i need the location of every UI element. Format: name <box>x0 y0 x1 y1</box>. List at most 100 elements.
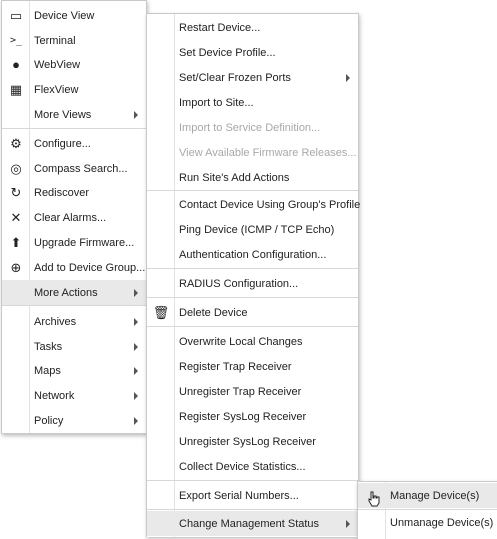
menu-item-collect-device-statistics[interactable]: Collect Device Statistics... <box>147 454 358 479</box>
menu-separator <box>2 305 146 306</box>
menu-item-set-device-profile[interactable]: Set Device Profile... <box>147 40 358 65</box>
menu-item-label: Device View <box>34 9 95 22</box>
menu-item-label: Register Trap Receiver <box>179 360 292 373</box>
menu-item-label: Import to Service Definition... <box>179 121 321 134</box>
menu-item-label: More Actions <box>34 286 98 299</box>
menu-item-more-views[interactable]: More Views <box>2 102 146 127</box>
menu-item-import-to-site[interactable]: Import to Site... <box>147 90 358 115</box>
menu-item-tasks[interactable]: Tasks <box>2 334 146 359</box>
chevron-right-icon <box>346 519 350 528</box>
menu-separator <box>147 480 358 481</box>
menu-item-overwrite-local-changes[interactable]: Overwrite Local Changes <box>147 329 358 354</box>
menu-item-rediscover[interactable]: ↻ Rediscover <box>2 180 146 205</box>
menu-item-unregister-trap-receiver[interactable]: Unregister Trap Receiver <box>147 379 358 404</box>
menu-item-label: Unregister Trap Receiver <box>179 385 302 398</box>
menu-item-terminal[interactable]: >_ Terminal <box>2 28 146 53</box>
menu-item-webview[interactable]: ● WebView <box>2 52 146 77</box>
menu-item-label: Overwrite Local Changes <box>179 335 303 348</box>
change-management-status-submenu: Manage Device(s) Unmanage Device(s) <box>357 481 497 539</box>
menu-item-label: Set Device Profile... <box>179 46 276 59</box>
menu-item-label: Delete Device <box>179 306 248 319</box>
menu-item-label: Export Serial Numbers... <box>179 489 299 502</box>
menu-item-contact-device-using-group-s-profile[interactable]: Contact Device Using Group's Profile <box>147 192 361 217</box>
menu-item-device-view[interactable]: ▭ Device View <box>2 3 146 28</box>
menu-item-label: Unregister SysLog Receiver <box>179 435 316 448</box>
upload-icon: ⬆ <box>10 234 22 250</box>
add-circle-icon: ⊕ <box>10 259 22 275</box>
menu-item-run-site-s-add-actions[interactable]: Run Site's Add Actions <box>147 165 358 190</box>
menu-item-ping-device-icmp-tcp-echo[interactable]: Ping Device (ICMP / TCP Echo) <box>147 217 358 242</box>
menu-item-register-syslog-receiver[interactable]: Register SysLog Receiver <box>147 404 358 429</box>
menu-item-label: Tasks <box>34 340 63 353</box>
menu-item-label: Unmanage Device(s) <box>390 516 494 529</box>
menu-item-compass-search[interactable]: ◎ Compass Search... <box>2 156 146 181</box>
menu-item-label: Configure... <box>34 137 91 150</box>
menu-separator <box>147 190 358 191</box>
hand-pointer-icon <box>367 491 381 507</box>
menu-item-label: Manage Device(s) <box>390 489 480 502</box>
menu-separator <box>2 128 146 129</box>
menu-item-label: Set/Clear Frozen Ports <box>179 71 291 84</box>
menu-item-label: Compass Search... <box>34 162 128 175</box>
menu-item-label: View Available Firmware Releases... <box>179 146 357 159</box>
chevron-right-icon <box>134 366 138 375</box>
bell-off-icon: ✕ <box>10 209 22 225</box>
menu-item-label: Archives <box>34 315 77 328</box>
menu-item-radius-configuration[interactable]: RADIUS Configuration... <box>147 271 358 296</box>
menu-item-label: Collect Device Statistics... <box>179 460 306 473</box>
menu-item-label: Restart Device... <box>179 21 261 34</box>
chevron-right-icon <box>346 73 350 82</box>
menu-separator <box>147 509 358 510</box>
menu-item-label: Upgrade Firmware... <box>34 236 135 249</box>
menu-item-register-trap-receiver[interactable]: Register Trap Receiver <box>147 354 358 379</box>
menu-item-label: Network <box>34 389 75 402</box>
compass-icon: ◎ <box>10 160 22 176</box>
menu-item-more-actions[interactable]: More Actions <box>2 280 146 305</box>
menu-item-delete-device[interactable]: 🗑 Delete Device <box>147 300 358 325</box>
chevron-right-icon <box>134 391 138 400</box>
menu-item-add-to-device-group[interactable]: ⊕ Add to Device Group... <box>2 255 146 280</box>
menu-item-label: Contact Device Using Group's Profile <box>179 198 361 211</box>
chevron-right-icon <box>134 416 138 425</box>
menu-item-set-clear-frozen-ports[interactable]: Set/Clear Frozen Ports <box>147 65 358 90</box>
menu-item-label: Clear Alarms... <box>34 211 107 224</box>
menu-item-configure[interactable]: ⚙ Configure... <box>2 131 146 156</box>
menu-item-export-serial-numbers[interactable]: Export Serial Numbers... <box>147 483 358 508</box>
globe-icon: ● <box>12 57 20 72</box>
menu-item-label: FlexView <box>34 83 79 96</box>
menu-separator <box>147 268 358 269</box>
menu-item-authentication-configuration[interactable]: Authentication Configuration... <box>147 242 358 267</box>
menu-item-unmanage-device-s[interactable]: Unmanage Device(s) <box>358 510 497 535</box>
menu-item-label: Import to Site... <box>179 96 254 109</box>
trash-icon: 🗑 <box>152 304 170 320</box>
menu-item-label: Maps <box>34 364 61 377</box>
menu-item-unregister-syslog-receiver[interactable]: Unregister SysLog Receiver <box>147 429 358 454</box>
menu-item-archives[interactable]: Archives <box>2 309 146 334</box>
menu-item-clear-alarms[interactable]: ✕ Clear Alarms... <box>2 205 146 230</box>
menu-separator <box>147 326 358 327</box>
menu-item-label: Register SysLog Receiver <box>179 410 307 423</box>
chevron-right-icon <box>134 342 138 351</box>
menu-item-label: Add to Device Group... <box>34 261 146 274</box>
menu-item-label: Ping Device (ICMP / TCP Echo) <box>179 223 335 236</box>
menu-item-label: Policy <box>34 414 64 427</box>
menu-item-flexview[interactable]: ▦ FlexView <box>2 77 146 102</box>
menu-item-maps[interactable]: Maps <box>2 358 146 383</box>
menu-item-import-to-service-definition: Import to Service Definition... <box>147 115 358 140</box>
menu-item-restart-device[interactable]: Restart Device... <box>147 15 358 40</box>
menu-separator <box>147 297 358 298</box>
menu-item-upgrade-firmware[interactable]: ⬆ Upgrade Firmware... <box>2 230 146 255</box>
menu-item-change-management-status[interactable]: Change Management Status <box>147 511 358 536</box>
menu-item-label: Change Management Status <box>179 517 320 530</box>
menu-item-network[interactable]: Network <box>2 383 146 408</box>
menu-item-label: Rediscover <box>34 186 90 199</box>
menu-item-policy[interactable]: Policy <box>2 408 146 433</box>
menu-item-label: WebView <box>34 58 81 71</box>
more-actions-submenu: Restart Device... Set Device Profile... Se… <box>146 13 361 537</box>
chevron-right-icon <box>134 288 138 297</box>
chevron-right-icon <box>134 317 138 326</box>
grid-icon: ▦ <box>9 81 23 97</box>
gear-icon: ⚙ <box>10 135 22 151</box>
menu-item-label: RADIUS Configuration... <box>179 277 299 290</box>
refresh-icon: ↻ <box>10 184 22 200</box>
